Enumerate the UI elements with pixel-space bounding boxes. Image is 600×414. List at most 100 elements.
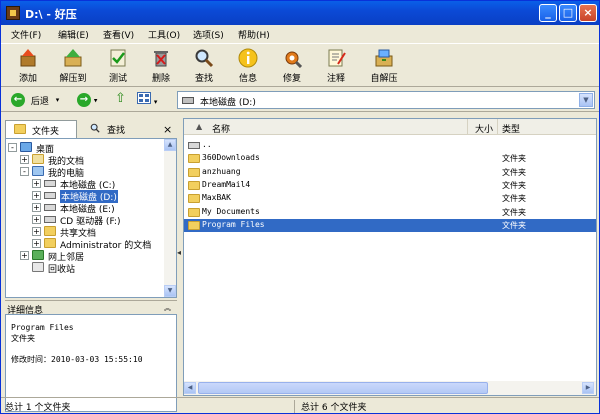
- file-list: ▲ 名称 大小 类型 .. 360Downloads 文件夹 anzhuang 文件夹 D…: [183, 118, 597, 396]
- folder-icon: [188, 154, 200, 164]
- delete-button[interactable]: 删除: [142, 46, 180, 86]
- folder-icon: [44, 238, 56, 248]
- find-button[interactable]: 查找: [185, 46, 223, 86]
- menu-help[interactable]: 帮助(H): [238, 28, 270, 41]
- address-bar[interactable]: 本地磁盘 (D:) ▼: [177, 91, 595, 109]
- file-row[interactable]: 360Downloads 文件夹: [184, 152, 596, 165]
- scroll-thumb[interactable]: [198, 382, 488, 394]
- detail-name: Program Files: [11, 323, 74, 332]
- navigation-bar: ← 后退 ▾ → ▾ ⇧ ▾ 本地磁盘 (D:) ▼: [1, 88, 599, 112]
- close-button[interactable]: ×: [579, 4, 597, 22]
- expand-icon[interactable]: +: [32, 179, 41, 188]
- folder-icon: [188, 220, 200, 230]
- expand-icon[interactable]: +: [32, 203, 41, 212]
- address-text: 本地磁盘 (D:): [200, 98, 256, 108]
- back-dropdown-icon[interactable]: ▾: [56, 96, 60, 104]
- tab-folders[interactable]: 文件夹: [5, 120, 77, 138]
- search-icon: [90, 123, 100, 133]
- column-size[interactable]: 大小: [468, 119, 498, 135]
- network-icon: [32, 250, 44, 260]
- file-type: 文件夹: [502, 207, 526, 217]
- menu-file[interactable]: 文件(F): [11, 28, 41, 41]
- scroll-right-icon[interactable]: ▶: [582, 382, 594, 394]
- close-panel-icon[interactable]: ×: [163, 123, 172, 136]
- menu-bar: 文件(F) 编辑(E) 查看(V) 工具(O) 选项(S) 帮助(H): [1, 25, 599, 43]
- menu-view[interactable]: 查看(V): [103, 28, 134, 41]
- detail-header[interactable]: 详细信息 ︽: [5, 300, 177, 316]
- folder-icon: [188, 194, 200, 204]
- repair-button[interactable]: 修复: [273, 46, 311, 86]
- tree-scrollbar[interactable]: ▲ ▼: [164, 139, 176, 297]
- find-icon: [195, 49, 214, 68]
- scroll-left-icon[interactable]: ◀: [184, 382, 196, 394]
- forward-button[interactable]: → ▾: [77, 93, 97, 107]
- view-mode-button[interactable]: ▾: [137, 92, 157, 107]
- parent-dir-icon: [188, 142, 200, 149]
- column-header: ▲ 名称 大小 类型: [184, 119, 596, 135]
- file-row[interactable]: ..: [184, 139, 596, 152]
- up-folder-button[interactable]: ⇧: [115, 91, 126, 106]
- expand-icon[interactable]: +: [32, 191, 41, 200]
- file-row[interactable]: My Documents 文件夹: [184, 206, 596, 219]
- test-button[interactable]: 测试: [99, 46, 137, 86]
- file-list-hscrollbar[interactable]: ◀ ▶: [184, 381, 596, 395]
- menu-options[interactable]: 选项(S): [193, 28, 224, 41]
- expand-icon[interactable]: +: [20, 251, 29, 260]
- title-bar[interactable]: D:\ - 好压 _ □ ×: [1, 1, 599, 25]
- folder-icon: [44, 226, 56, 236]
- file-name: 360Downloads: [202, 153, 260, 163]
- column-name[interactable]: ▲ 名称: [184, 119, 468, 135]
- file-type: 文件夹: [502, 180, 526, 190]
- forward-dropdown-icon: ▾: [93, 96, 98, 105]
- detail-type: 文件夹: [11, 334, 35, 343]
- file-row[interactable]: MaxBAK 文件夹: [184, 192, 596, 205]
- file-row[interactable]: DreamMail4 文件夹: [184, 179, 596, 192]
- file-row[interactable]: Program Files 文件夹: [184, 218, 596, 232]
- expand-icon[interactable]: +: [20, 155, 29, 164]
- file-name: ..: [202, 140, 212, 149]
- status-left: 总计 1 个文件夹: [5, 400, 295, 413]
- menu-edit[interactable]: 编辑(E): [58, 28, 89, 41]
- scroll-up-icon[interactable]: ▲: [164, 139, 176, 151]
- file-name: anzhuang: [202, 166, 241, 176]
- folder-icon: [188, 167, 200, 177]
- drive-icon: [44, 180, 56, 187]
- add-button[interactable]: 添加: [9, 46, 47, 86]
- maximize-button[interactable]: □: [559, 4, 577, 22]
- status-right: 总计 6 个文件夹: [301, 403, 367, 413]
- collapse-icon[interactable]: -: [20, 167, 29, 176]
- folder-icon: [188, 180, 200, 190]
- sfx-button[interactable]: 自解压: [363, 46, 405, 86]
- comment-button[interactable]: 注释: [317, 46, 355, 86]
- file-type: 文件夹: [502, 220, 526, 230]
- repair-icon: [285, 51, 302, 68]
- file-name: Program Files: [202, 219, 265, 229]
- view-dropdown-icon: ▾: [153, 98, 158, 106]
- file-name: My Documents: [202, 206, 260, 216]
- window-title: D:\ - 好压: [25, 8, 77, 21]
- menu-tools[interactable]: 工具(O): [148, 28, 180, 41]
- expand-icon[interactable]: +: [32, 227, 41, 236]
- cd-icon: [44, 216, 56, 223]
- column-type[interactable]: 类型: [502, 122, 520, 135]
- address-dropdown-icon[interactable]: ▼: [579, 93, 593, 107]
- drive-icon: [44, 204, 56, 211]
- info-icon: [238, 48, 258, 68]
- extract-to-icon: [64, 49, 82, 67]
- status-bar: 总计 1 个文件夹 总计 6 个文件夹: [1, 397, 599, 413]
- expand-icon[interactable]: +: [32, 239, 41, 248]
- collapse-icon[interactable]: ︽: [164, 303, 171, 313]
- back-arrow-icon: ←: [11, 93, 25, 107]
- tree-item[interactable]: 回收站: [6, 261, 164, 275]
- extract-to-button[interactable]: 解压到: [54, 46, 92, 86]
- collapse-icon[interactable]: -: [8, 143, 17, 152]
- sfx-icon: [375, 49, 393, 67]
- splitter-arrow-icon[interactable]: ◂: [177, 248, 182, 258]
- tab-search[interactable]: 查找: [81, 120, 141, 138]
- back-button[interactable]: ← 后退 ▾: [11, 93, 59, 107]
- info-button[interactable]: 信息: [229, 46, 267, 86]
- scroll-down-icon[interactable]: ▼: [164, 285, 176, 297]
- minimize-button[interactable]: _: [539, 4, 557, 22]
- expand-icon[interactable]: +: [32, 215, 41, 224]
- file-row[interactable]: anzhuang 文件夹: [184, 166, 596, 179]
